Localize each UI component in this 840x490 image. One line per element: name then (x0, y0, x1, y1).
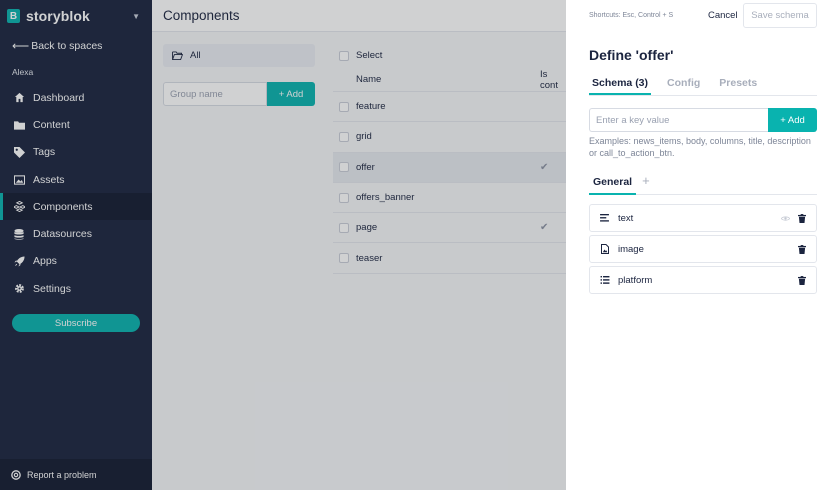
examples-hint: Examples: news_items, body, columns, tit… (589, 136, 811, 158)
tab-config[interactable]: Config (664, 74, 703, 95)
eye-icon[interactable] (781, 215, 790, 222)
cancel-button[interactable]: Cancel (708, 10, 738, 21)
schema-field-text[interactable]: text (589, 204, 817, 232)
trash-icon[interactable] (798, 213, 806, 223)
image-file-icon (599, 244, 610, 255)
field-name: image (618, 243, 644, 255)
list-icon (599, 275, 610, 286)
schema-tabs: Schema (3) Config Presets (589, 74, 817, 96)
add-tab-button[interactable]: + (642, 174, 650, 188)
save-schema-button[interactable]: Save schema (743, 3, 817, 28)
trash-icon[interactable] (798, 244, 806, 254)
schema-field-platform[interactable]: platform (589, 266, 817, 294)
tab-general[interactable]: General (589, 174, 637, 195)
field-name: text (618, 212, 634, 224)
modal-backdrop[interactable] (0, 0, 566, 490)
trash-icon[interactable] (798, 275, 806, 285)
add-field-button[interactable]: + Add (768, 108, 817, 132)
field-name: platform (618, 274, 653, 286)
shortcuts-hint: Shortcuts: Esc, Control + S (589, 12, 674, 19)
key-value-input[interactable] (589, 108, 769, 132)
tab-schema[interactable]: Schema (3) (589, 74, 652, 95)
tab-presets[interactable]: Presets (716, 74, 760, 95)
text-lines-icon (599, 213, 610, 224)
schema-field-image[interactable]: image (589, 235, 817, 263)
panel-title: Define 'offer' (589, 47, 674, 63)
field-group-tabs: General + (589, 174, 817, 195)
schema-panel: Shortcuts: Esc, Control + S Cancel Save … (566, 0, 840, 490)
